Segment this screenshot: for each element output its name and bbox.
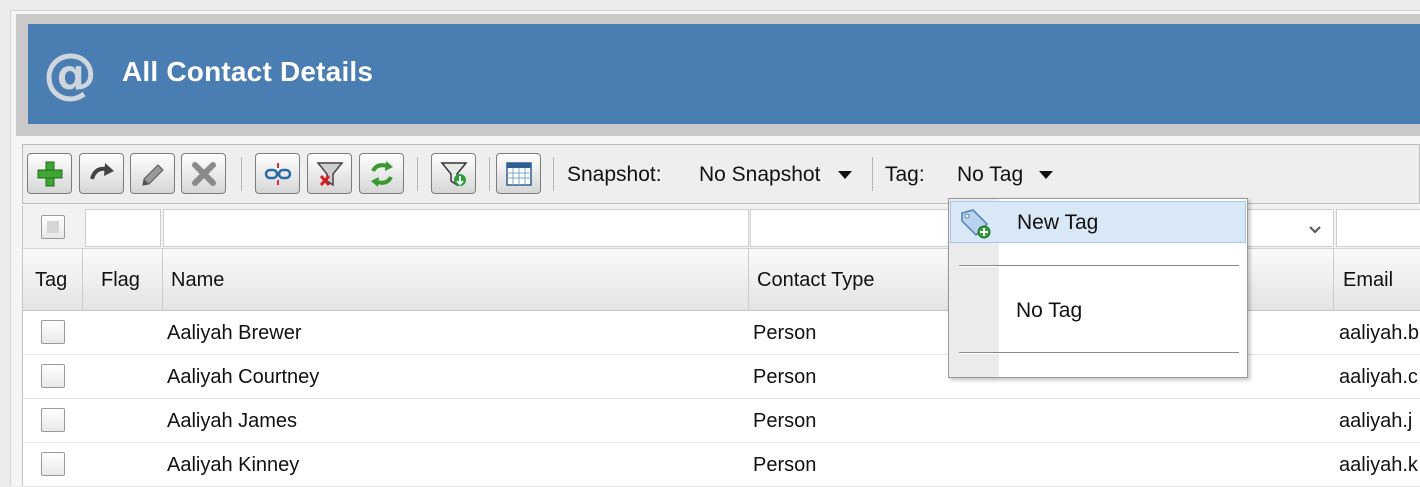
toolbar-separator [241,157,242,191]
unlink-button[interactable] [255,153,300,194]
row-checkbox[interactable] [41,320,65,344]
tag-dropdown[interactable]: No Tag [957,163,1023,187]
chevron-down-icon[interactable] [1039,171,1053,179]
chevron-down-icon[interactable] [1307,221,1323,237]
table-row[interactable]: Aaliyah James Person aaliyah.j [23,399,1420,443]
refresh-icon [370,160,393,187]
toolbar: Snapshot: No Snapshot Tag: No Tag [22,144,1420,204]
menu-item-no-tag[interactable]: No Tag [1016,299,1082,323]
contact-name: Aaliyah Courtney [167,366,320,388]
clear-filter-button[interactable] [307,153,352,194]
snapshot-dropdown[interactable]: No Snapshot [699,163,820,187]
page-title: All Contact Details [122,56,374,87]
curved-arrow-icon [89,162,114,180]
toolbar-separator [489,157,490,191]
contact-name: Aaliyah Kinney [167,454,300,476]
table-row[interactable]: Aaliyah Kinney Person aaliyah.k [23,443,1420,487]
at-sign-icon: @ [43,42,97,105]
tag-label: Tag: [885,163,925,186]
checkbox-indeterminate-mark [47,221,59,233]
contact-email: aaliyah.k [1339,454,1418,476]
row-checkbox[interactable] [41,364,65,388]
column-header-email[interactable]: Email [1334,249,1420,311]
menu-item-label: New Tag [1017,211,1099,234]
column-header-flag[interactable]: Flag [83,249,163,311]
contact-email: aaliyah.b [1339,322,1420,344]
email-filter[interactable] [1336,209,1420,247]
filter-button[interactable] [431,153,476,194]
menu-item-new-tag[interactable]: New Tag [950,201,1246,243]
select-all-checkbox[interactable] [41,215,65,239]
broken-chain-icon [264,162,291,185]
name-filter[interactable] [163,209,749,247]
contact-name: Aaliyah Brewer [167,322,302,344]
contact-email: aaliyah.c [1339,366,1418,388]
tag-dropdown-menu: New Tag No Tag [948,198,1248,378]
pencil-icon [141,163,164,186]
toolbar-separator [417,157,418,191]
row-checkbox[interactable] [41,408,65,432]
x-icon [191,161,216,186]
add-button[interactable] [27,153,72,194]
funnel-icon [439,161,468,186]
column-header-name[interactable]: Name [163,249,749,311]
contact-name: Aaliyah James [167,410,298,432]
menu-separator [959,352,1239,354]
menu-separator [959,265,1239,267]
snapshot-label: Snapshot: [567,163,662,186]
tag-add-icon [961,209,991,239]
funnel-x-icon [315,161,344,186]
column-header-tag[interactable]: Tag [23,249,83,311]
contact-type: Person [753,410,817,432]
toolbar-separator [553,157,554,191]
forward-button[interactable] [79,153,124,194]
chevron-down-icon[interactable] [838,171,852,179]
refresh-button[interactable] [359,153,404,194]
toolbar-separator [872,157,873,191]
calendar-icon [505,161,532,186]
plus-icon [37,161,62,186]
row-checkbox[interactable] [41,452,65,476]
title-bar: @ All Contact Details [28,24,1420,124]
delete-button[interactable] [181,153,226,194]
edit-button[interactable] [130,153,175,194]
contact-type: Person [753,454,817,476]
contact-email: aaliyah.j [1339,410,1413,432]
flag-filter[interactable] [85,209,161,247]
calendar-button[interactable] [496,153,541,194]
